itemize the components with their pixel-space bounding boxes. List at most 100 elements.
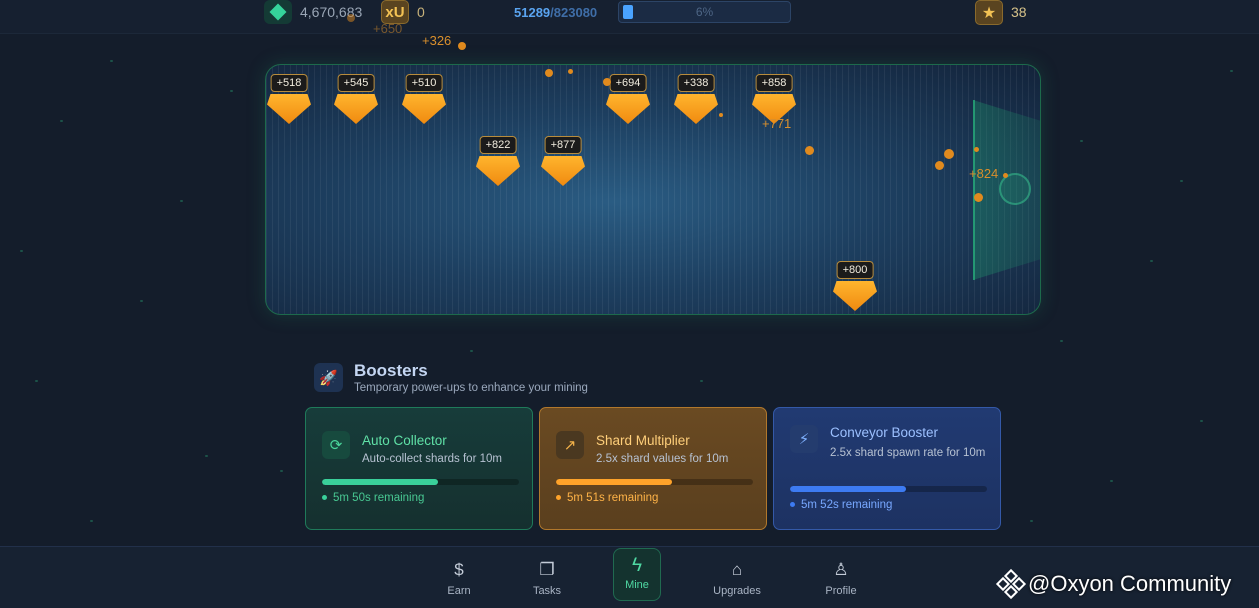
shard-value: +800 — [836, 261, 874, 279]
booster-progress-bar — [556, 479, 753, 485]
shard[interactable]: +800 — [832, 261, 878, 311]
mining-field[interactable]: +518 +545 +510 +694 +338 +858 +822 +877 … — [265, 64, 1041, 315]
score-pop: +650 — [373, 21, 403, 36]
booster-remaining-text: 5m 52s remaining — [801, 499, 893, 511]
booster-card-auto-collector[interactable]: ⟳ Auto Collector Auto-collect shards for… — [305, 407, 533, 530]
top-bar: 4,670,683 xU 0 51289/823080 6% ★ 38 — [0, 0, 1259, 34]
spark — [974, 193, 983, 202]
dollar-icon: $ — [454, 560, 464, 579]
nav-profile[interactable]: ♙ Profile — [811, 559, 871, 597]
shard-value: +518 — [270, 74, 308, 92]
shard-gem-icon — [334, 94, 378, 124]
trending-up-icon: ↗ — [556, 431, 584, 459]
xp-percent: 6% — [695, 5, 714, 19]
spark — [719, 113, 723, 117]
shard[interactable]: +694 — [605, 74, 651, 124]
watermark-text: @Oxyon Community — [1028, 571, 1232, 596]
booster-name: Auto Collector — [362, 433, 447, 448]
shard[interactable]: +545 — [333, 74, 379, 124]
booster-remaining: 5m 52s remaining — [790, 499, 892, 511]
spark — [347, 14, 355, 22]
shard-value: +545 — [337, 74, 375, 92]
lightning-icon: ϟ — [631, 555, 643, 576]
score-pop: +824 — [969, 166, 999, 181]
nav-mine-label: Mine — [625, 579, 649, 591]
xu-count: 0 — [417, 4, 425, 20]
nav-mine[interactable]: ϟ Mine — [613, 548, 661, 601]
boosters-subtitle: Temporary power-ups to enhance your mini… — [354, 382, 588, 394]
spark — [805, 146, 814, 155]
shard-gem-icon — [267, 94, 311, 124]
nav-upgrades[interactable]: ⌂ Upgrades — [707, 559, 767, 597]
spark — [545, 69, 553, 77]
collector-edge — [973, 100, 975, 280]
shard[interactable]: +510 — [401, 74, 447, 124]
nav-earn-label: Earn — [447, 585, 471, 597]
booster-progress-fill — [322, 479, 439, 485]
xp-total: 823080 — [553, 5, 598, 20]
shard-value: +858 — [755, 74, 793, 92]
shard-gem-icon — [606, 94, 650, 124]
shard-value: +822 — [479, 136, 517, 154]
booster-progress-bar — [322, 479, 519, 485]
booster-card-shard-multiplier[interactable]: ↗ Shard Multiplier 2.5x shard values for… — [539, 407, 767, 530]
boosters-title: Boosters — [354, 361, 428, 380]
score-pop: +771 — [762, 116, 792, 131]
booster-desc: 2.5x shard spawn rate for 10m — [830, 447, 986, 459]
booster-desc: 2.5x shard values for 10m — [596, 453, 729, 465]
xp-progress-bar: 6% — [618, 1, 791, 23]
spark — [944, 149, 954, 159]
booster-name: Conveyor Booster — [830, 425, 939, 440]
spark — [974, 147, 979, 152]
booster-desc: Auto-collect shards for 10m — [362, 453, 502, 465]
nav-profile-label: Profile — [825, 585, 857, 597]
booster-remaining-text: 5m 51s remaining — [567, 492, 659, 504]
shard-gem-icon — [476, 156, 520, 186]
shard-gem-icon — [833, 281, 877, 311]
booster-progress-bar — [790, 486, 987, 492]
clipboard-icon: ❐ — [539, 560, 555, 579]
shard-value: +338 — [677, 74, 715, 92]
store-icon: ⌂ — [731, 560, 743, 579]
nav-tasks-label: Tasks — [532, 585, 562, 597]
status-dot — [790, 502, 795, 508]
booster-remaining-text: 5m 50s remaining — [333, 492, 425, 504]
booster-remaining: 5m 50s remaining — [322, 492, 424, 504]
shard[interactable]: +822 — [475, 136, 521, 186]
shard[interactable]: +338 — [673, 74, 719, 124]
watermark: @Oxyon Community — [995, 568, 1232, 600]
booster-progress-fill — [790, 486, 907, 492]
spark — [568, 69, 573, 74]
shard-gem-icon — [674, 94, 718, 124]
shard-value: +694 — [609, 74, 647, 92]
status-dot — [556, 495, 561, 501]
spark — [603, 78, 611, 86]
refresh-icon: ⟳ — [322, 431, 350, 459]
shard-value: +877 — [544, 136, 582, 154]
lightning-icon: ⚡ — [790, 425, 818, 453]
booster-progress-fill — [556, 479, 673, 485]
shard[interactable]: +877 — [540, 136, 586, 186]
star-icon: ★ — [975, 0, 1003, 25]
booster-name: Shard Multiplier — [596, 433, 690, 448]
level-count: 38 — [1011, 4, 1027, 20]
score-pop: +326 — [422, 33, 452, 48]
booster-remaining: 5m 51s remaining — [556, 492, 658, 504]
spark — [458, 42, 466, 50]
oxyon-logo-icon — [995, 568, 1027, 600]
xp-text: 51289/823080 — [514, 5, 597, 20]
rocket-icon: 🚀 — [314, 363, 343, 392]
gem-icon — [264, 0, 292, 24]
shard-value: +510 — [405, 74, 443, 92]
shard[interactable]: +518 — [266, 74, 312, 124]
nav-tasks[interactable]: ❐ Tasks — [517, 559, 577, 597]
nav-earn[interactable]: $ Earn — [429, 559, 489, 597]
shard-gem-icon — [541, 156, 585, 186]
spark — [1003, 173, 1008, 178]
nav-upgrades-label: Upgrades — [713, 585, 761, 597]
xp-current: 51289 — [514, 5, 551, 20]
status-dot — [322, 495, 327, 501]
shard-gem-icon — [402, 94, 446, 124]
booster-card-conveyor-booster[interactable]: ⚡ Conveyor Booster 2.5x shard spawn rate… — [773, 407, 1001, 530]
spark — [935, 161, 944, 170]
